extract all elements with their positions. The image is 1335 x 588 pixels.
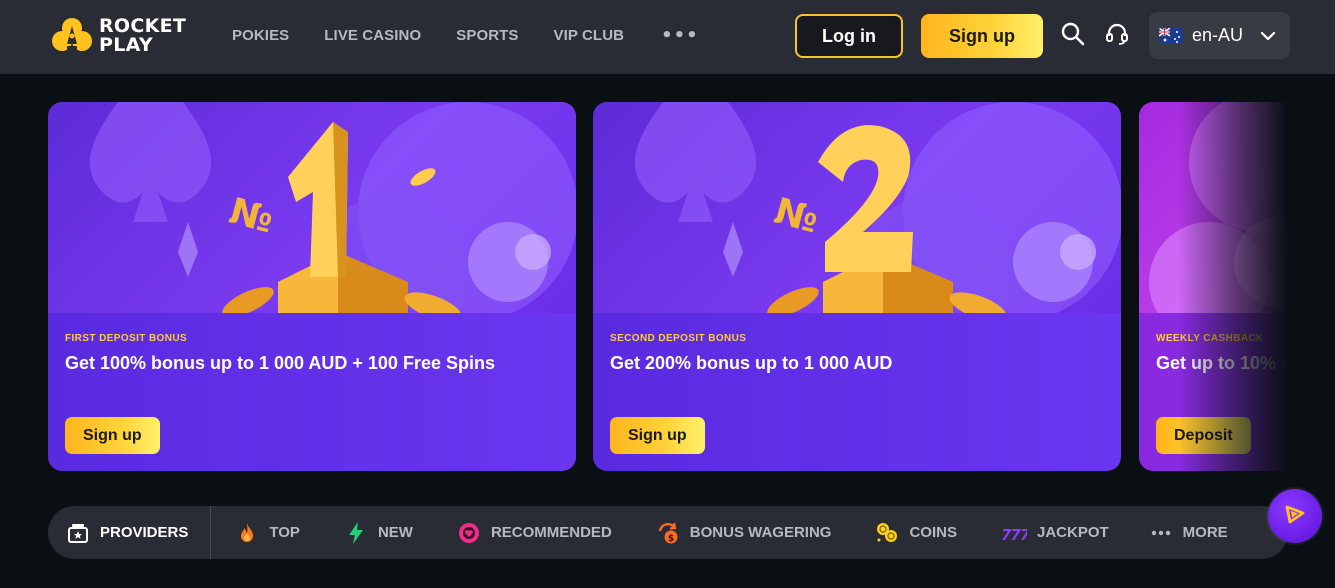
logo[interactable]: ROCKET PLAY [52,14,186,58]
rocket-logo-icon [52,16,92,56]
signup-button[interactable]: Sign up [921,14,1043,58]
category-new[interactable]: NEW [344,506,413,559]
language-selector[interactable]: en-AU [1149,12,1290,59]
category-label: TOP [269,524,300,541]
providers-button[interactable]: PROVIDERS [48,506,212,559]
triple-seven-icon: 777 [1001,521,1032,545]
category-label: BONUS WAGERING [689,524,832,541]
floating-action-button[interactable] [1268,489,1322,543]
category-bonus-wagering[interactable]: $ BONUS WAGERING [656,506,832,559]
heart-badge-icon [457,521,481,545]
nav-item-vip-club[interactable]: VIP CLUB [554,27,625,44]
coins-icon [875,521,899,545]
category-coins[interactable]: COINS [875,506,957,559]
second-deposit-artwork: № [593,102,1121,313]
main-nav: POKIES LIVE CASINO SPORTS VIP CLUB ••• [232,0,699,70]
bonus-wagering-icon: $ [656,521,680,545]
promo-card-body: FIRST DEPOSIT BONUS Get 100% bonus up to… [48,313,576,471]
nav-item-live-casino[interactable]: LIVE CASINO [324,27,421,44]
more-dots-icon [1149,521,1173,545]
category-bar: PROVIDERS TOP NEW RECOMMENDED $ BONUS WA… [48,506,1288,559]
search-icon[interactable] [1060,21,1086,47]
nav-more-button[interactable]: ••• [661,25,699,46]
svg-text:777: 777 [1001,526,1027,544]
chevron-down-icon [1260,28,1276,44]
language-label: en-AU [1192,25,1244,45]
promo-title: Get 200% bonus up to 1 000 AUD [610,353,893,373]
promo-card-first-deposit[interactable]: № FIRST DEPOSIT BONUS Get 100% bonus up … [48,102,576,471]
promo-signup-button[interactable]: Sign up [65,417,160,454]
svg-text:№: № [225,191,277,242]
promo-card-body: SECOND DEPOSIT BONUS Get 200% bonus up t… [593,313,1121,471]
login-button[interactable]: Log in [795,14,903,58]
providers-icon [66,521,90,545]
nav-item-sports[interactable]: SPORTS [456,27,518,44]
promo-kicker: SECOND DEPOSIT BONUS [610,333,747,344]
category-label: MORE [1182,524,1228,541]
category-label: COINS [909,524,957,541]
category-label: RECOMMENDED [490,524,612,541]
svg-text:$: $ [668,534,674,544]
logo-text: ROCKET PLAY [99,17,186,55]
category-recommended[interactable]: RECOMMENDED [457,506,612,559]
category-label: JACKPOT [1036,524,1109,541]
rocket-play-icon [1282,501,1308,531]
promo-card-body: WEEKLY CASHBACK Get up to 10% c Deposit [1139,313,1288,471]
site-header: ROCKET PLAY POKIES LIVE CASINO SPORTS VI… [0,0,1335,74]
headset-icon[interactable] [1104,21,1130,47]
first-deposit-artwork: № [48,102,576,313]
category-top[interactable]: TOP [235,506,300,559]
category-more[interactable]: MORE [1149,506,1228,559]
fire-icon [235,521,259,545]
svg-text:№: № [770,191,822,242]
promo-card-weekly-cashback[interactable]: WEEKLY CASHBACK Get up to 10% c Deposit [1139,102,1288,471]
promo-title: Get up to 10% c [1156,353,1288,373]
category-jackpot[interactable]: 777 JACKPOT [1001,506,1109,559]
logo-line-2: PLAY [99,34,153,56]
promo-deposit-button[interactable]: Deposit [1156,417,1251,454]
category-label: NEW [377,524,413,541]
providers-label: PROVIDERS [100,524,189,541]
promo-kicker: FIRST DEPOSIT BONUS [65,333,188,344]
promo-carousel: № FIRST DEPOSIT BONUS Get 100% bonus up … [48,102,1288,471]
weekly-cashback-artwork [1139,102,1288,313]
promo-kicker: WEEKLY CASHBACK [1156,333,1264,344]
australia-flag-icon [1159,27,1183,44]
lightning-icon [344,521,368,545]
promo-signup-button[interactable]: Sign up [610,417,705,454]
nav-item-pokies[interactable]: POKIES [232,27,289,44]
promo-title: Get 100% bonus up to 1 000 AUD + 100 Fre… [65,353,495,373]
promo-card-second-deposit[interactable]: № SECOND DEPOSIT BONUS Get 200% bonus up… [593,102,1121,471]
